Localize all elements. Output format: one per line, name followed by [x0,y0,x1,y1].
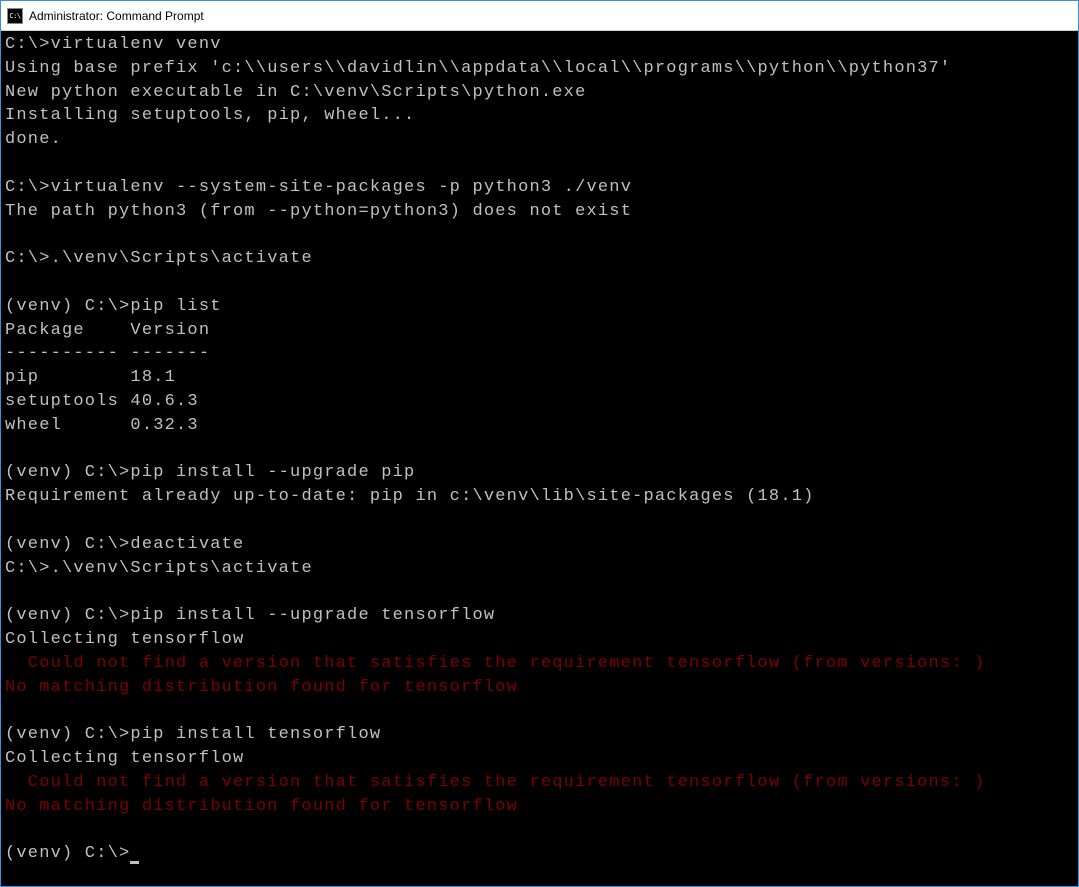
terminal-line: C:\>virtualenv venv [5,35,222,54]
terminal-line: Requirement already up-to-date: pip in c… [5,487,815,506]
terminal-output[interactable]: C:\>virtualenv venv Using base prefix 'c… [1,31,1078,886]
terminal-line: (venv) C:\>pip install --upgrade tensorf… [5,606,495,625]
terminal-line: Could not find a version that satisfies … [5,654,986,673]
terminal-line: Package Version [5,321,210,340]
command-prompt-window: C:\ Administrator: Command Prompt C:\>vi… [0,0,1079,887]
terminal-line: (venv) C:\>pip list [5,297,222,316]
terminal-line: New python executable in C:\venv\Scripts… [5,83,587,102]
terminal-line: Collecting tensorflow [5,630,244,649]
terminal-line: pip 18.1 [5,368,176,387]
terminal-line: wheel 0.32.3 [5,416,199,435]
window-title: Administrator: Command Prompt [29,9,204,23]
terminal-line: The path python3 (from --python=python3)… [5,202,632,221]
terminal-line: Collecting tensorflow [5,749,244,768]
cursor [130,861,139,864]
terminal-line: setuptools 40.6.3 [5,392,199,411]
terminal-prompt: (venv) C:\> [5,844,130,863]
terminal-line: No matching distribution found for tenso… [5,678,518,697]
terminal-line: C:\>.\venv\Scripts\activate [5,249,313,268]
cmd-icon: C:\ [7,8,23,24]
terminal-line: ---------- ------- [5,344,210,363]
terminal-line: No matching distribution found for tenso… [5,797,518,816]
terminal-line: Installing setuptools, pip, wheel... [5,106,415,125]
terminal-line: (venv) C:\>deactivate [5,535,244,554]
terminal-line: (venv) C:\>pip install --upgrade pip [5,463,415,482]
terminal-line: Using base prefix 'c:\\users\\davidlin\\… [5,59,951,78]
title-bar[interactable]: C:\ Administrator: Command Prompt [1,1,1078,31]
terminal-line: Could not find a version that satisfies … [5,773,986,792]
terminal-line: (venv) C:\>pip install tensorflow [5,725,381,744]
terminal-line: done. [5,130,62,149]
terminal-line: C:\>.\venv\Scripts\activate [5,559,313,578]
terminal-line: C:\>virtualenv --system-site-packages -p… [5,178,632,197]
